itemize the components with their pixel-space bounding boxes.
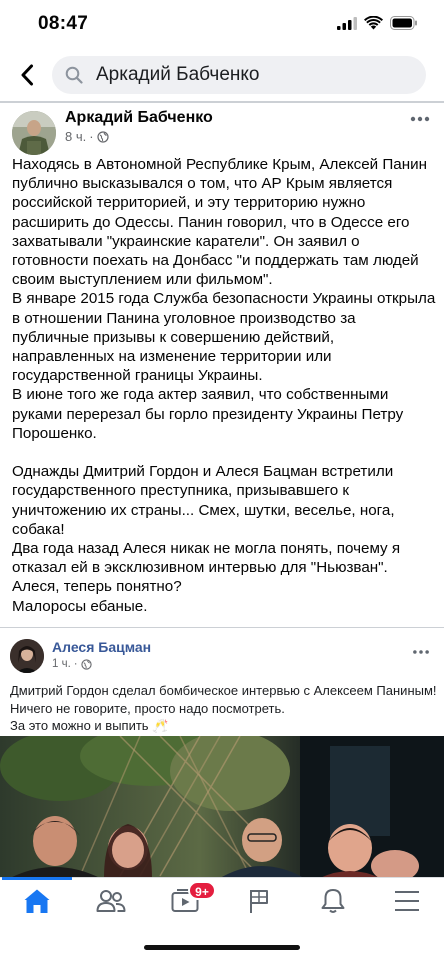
shared-author-avatar[interactable] bbox=[10, 639, 44, 673]
shared-body: Дмитрий Гордон сделал бомбическое интерв… bbox=[10, 682, 440, 735]
status-icons bbox=[337, 16, 418, 30]
shared-meta-separator: · bbox=[73, 658, 78, 670]
watch-badge: 9+ bbox=[188, 881, 216, 900]
shared-avatar-image bbox=[10, 639, 44, 673]
shared-line: Ничего не говорите, просто надо посмотре… bbox=[10, 700, 285, 716]
wifi-icon bbox=[364, 16, 383, 30]
globe-icon bbox=[80, 658, 92, 670]
globe-icon bbox=[96, 130, 109, 143]
shared-line: Дмитрий Гордон сделал бомбическое интерв… bbox=[10, 683, 437, 698]
shared-author[interactable]: Алеся Бацман bbox=[52, 639, 151, 655]
search-header: Аркадий Бабченко bbox=[0, 48, 444, 102]
post-meta-separator: · bbox=[89, 129, 94, 144]
menu-icon bbox=[395, 891, 419, 911]
tab-friends[interactable] bbox=[74, 878, 148, 924]
shared-time[interactable]: 1 ч. bbox=[52, 658, 71, 670]
status-bar: 08:47 bbox=[0, 0, 444, 48]
pages-icon bbox=[250, 890, 268, 913]
post-paragraph: Однажды Дмитрий Гордон и Алеся Бацман вс… bbox=[12, 463, 399, 538]
author-avatar-image bbox=[12, 111, 56, 155]
post-paragraph: Два года назад Алеся никак не могла поня… bbox=[12, 540, 405, 577]
back-arrow-icon bbox=[21, 64, 33, 86]
signal-icon bbox=[337, 16, 357, 30]
search-field[interactable]: Аркадий Бабченко bbox=[52, 56, 426, 94]
shared-photo-image bbox=[0, 736, 444, 878]
battery-icon bbox=[390, 16, 417, 30]
active-tab-indicator bbox=[2, 877, 72, 880]
status-time: 08:47 bbox=[38, 13, 89, 34]
shared-meta: 1 ч. · bbox=[52, 658, 92, 670]
notifications-icon bbox=[321, 889, 345, 913]
friends-icon bbox=[96, 890, 126, 912]
post-paragraph: В январе 2015 года Служба безопасности У… bbox=[12, 290, 440, 385]
tab-menu[interactable] bbox=[370, 878, 444, 924]
search-icon bbox=[65, 66, 83, 84]
header-divider bbox=[0, 101, 444, 103]
post-time[interactable]: 8 ч. bbox=[65, 129, 86, 144]
back-button[interactable] bbox=[14, 60, 40, 90]
post-author[interactable]: Аркадий Бабченко bbox=[65, 109, 213, 127]
post-paragraph: Алеся, теперь понятно? bbox=[12, 578, 182, 596]
tab-notifications[interactable] bbox=[296, 878, 370, 924]
shared-photo[interactable] bbox=[0, 736, 444, 878]
home-icon bbox=[24, 889, 50, 913]
post-more-icon[interactable] bbox=[408, 111, 432, 127]
post-paragraph: Находясь в Автономной Республике Крым, А… bbox=[12, 156, 432, 289]
post-meta: 8 ч. · bbox=[65, 129, 109, 144]
post-paragraph-spacer bbox=[12, 443, 436, 462]
post-body: Находясь в Автономной Республике Крым, А… bbox=[12, 155, 436, 616]
tab-pages[interactable] bbox=[222, 878, 296, 924]
search-query: Аркадий Бабченко bbox=[96, 64, 260, 85]
author-avatar[interactable] bbox=[12, 111, 56, 155]
post-paragraph: Малоросы ебаные. bbox=[12, 597, 148, 615]
home-indicator[interactable] bbox=[144, 945, 300, 950]
shared-post[interactable]: Алеся Бацман 1 ч. · Дмитрий Гордон сдела… bbox=[0, 627, 444, 878]
post-paragraph: В июне того же года актер заявил, что со… bbox=[12, 386, 408, 442]
tab-home[interactable] bbox=[0, 877, 74, 924]
shared-line: За это можно и выпить 🥂 bbox=[10, 718, 169, 733]
shared-more-icon[interactable] bbox=[410, 645, 432, 659]
